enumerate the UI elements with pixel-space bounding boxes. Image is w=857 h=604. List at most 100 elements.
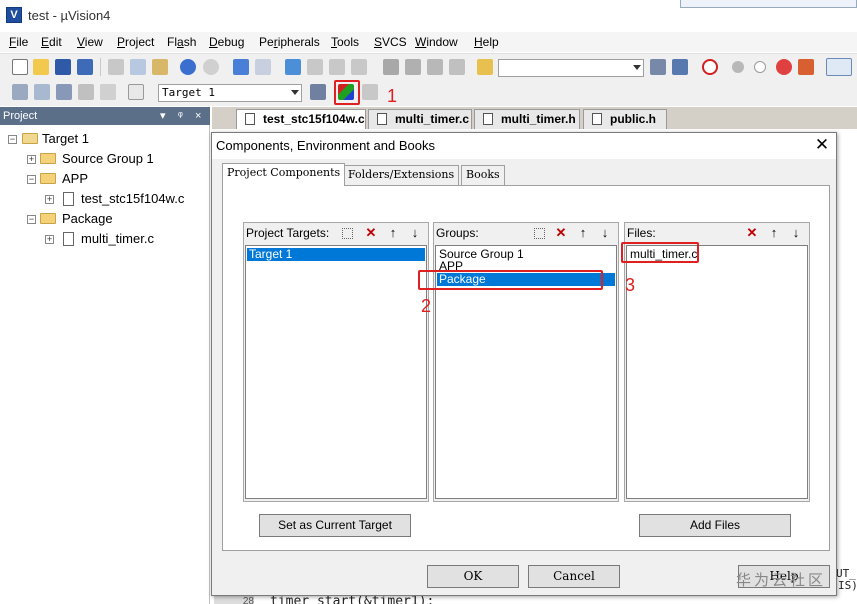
- save-icon[interactable]: [55, 59, 71, 75]
- editor-tab-public-h[interactable]: public.h: [583, 109, 667, 129]
- incremental-find-icon[interactable]: [672, 59, 688, 75]
- groups-label: Groups:: [436, 226, 479, 240]
- tab-folders-extensions[interactable]: Folders/Extensions: [343, 165, 460, 185]
- menu-flash[interactable]: Flash: [167, 35, 196, 49]
- add-files-button[interactable]: Add Files: [639, 514, 791, 537]
- move-up-icon[interactable]: ↑: [765, 225, 783, 242]
- dialog-title: Components, Environment and Books: [216, 138, 435, 153]
- bookmark-next-icon[interactable]: [329, 59, 345, 75]
- components-dialog: Components, Environment and Books ✕ Proj…: [211, 132, 837, 596]
- set-current-target-button[interactable]: Set as Current Target: [259, 514, 411, 537]
- editor-tab-test-stc15f104w[interactable]: test_stc15f104w.c: [236, 109, 366, 129]
- menu-bar: File Edit View Project Flash Debug Perip…: [0, 32, 857, 52]
- tree-item-app[interactable]: APP: [62, 170, 88, 188]
- rebuild-icon[interactable]: [56, 84, 72, 100]
- find-in-files-icon[interactable]: [477, 59, 493, 75]
- new-item-icon[interactable]: [342, 228, 353, 239]
- find-icon[interactable]: [650, 59, 666, 75]
- menu-tools[interactable]: Tools: [331, 35, 359, 49]
- bookmark-prev-icon[interactable]: [307, 59, 323, 75]
- bookmark-clear-icon[interactable]: [351, 59, 367, 75]
- move-down-icon[interactable]: ↓: [787, 225, 805, 242]
- move-down-icon[interactable]: ↓: [596, 225, 614, 242]
- menu-file[interactable]: File: [9, 35, 28, 49]
- menu-help[interactable]: Help: [474, 35, 499, 49]
- h-file-icon: [483, 113, 493, 125]
- debug-session-icon[interactable]: [702, 59, 718, 75]
- translate-icon[interactable]: [12, 84, 28, 100]
- window-layout-icon[interactable]: [826, 58, 852, 76]
- tree-expand-icon[interactable]: +: [27, 155, 36, 164]
- save-all-icon[interactable]: [77, 59, 93, 75]
- select-packet-icon[interactable]: [362, 84, 378, 100]
- move-down-icon[interactable]: ↓: [406, 225, 424, 242]
- tree-item-app-file[interactable]: test_stc15f104w.c: [81, 190, 184, 208]
- delete-icon[interactable]: ✕: [743, 225, 761, 242]
- close-icon[interactable]: ×: [195, 107, 201, 125]
- cut-icon[interactable]: [108, 59, 124, 75]
- target-options-icon[interactable]: [310, 84, 326, 100]
- tree-expand-icon[interactable]: +: [45, 235, 54, 244]
- nav-back-icon[interactable]: [233, 59, 249, 75]
- open-folder-icon[interactable]: [33, 59, 49, 75]
- new-item-icon[interactable]: [534, 228, 545, 239]
- line-number: 28: [214, 596, 254, 604]
- tree-item-package[interactable]: Package: [62, 210, 113, 228]
- breakpoint-icon[interactable]: [732, 61, 744, 73]
- dialog-close-icon[interactable]: ✕: [812, 135, 832, 155]
- cancel-button[interactable]: Cancel: [528, 565, 620, 588]
- move-up-icon[interactable]: ↑: [574, 225, 592, 242]
- tab-project-components[interactable]: Project Components: [222, 163, 346, 186]
- menu-edit[interactable]: Edit: [41, 35, 62, 49]
- annotation-box-2: [418, 270, 603, 290]
- panel-menu-icon[interactable]: ▾: [160, 107, 166, 125]
- tree-item-package-file[interactable]: multi_timer.c: [81, 230, 154, 248]
- tree-item-target[interactable]: Target 1: [42, 130, 89, 148]
- tab-books[interactable]: Books: [461, 165, 505, 185]
- target-select[interactable]: Target 1: [158, 84, 302, 102]
- breakpoint-disable-icon[interactable]: [754, 61, 766, 73]
- unindent-icon[interactable]: [405, 59, 421, 75]
- comment-icon[interactable]: [427, 59, 443, 75]
- bookmark-icon[interactable]: [285, 59, 301, 75]
- menu-svcs[interactable]: SVCS: [374, 35, 407, 49]
- undo-icon[interactable]: [180, 59, 196, 75]
- new-file-icon[interactable]: [12, 59, 28, 75]
- batch-build-icon[interactable]: [78, 84, 94, 100]
- nav-forward-icon[interactable]: [255, 59, 271, 75]
- uncomment-icon[interactable]: [449, 59, 465, 75]
- list-item-target[interactable]: Target 1: [247, 248, 425, 261]
- move-up-icon[interactable]: ↑: [384, 225, 402, 242]
- project-tree: − Target 1 + Source Group 1 − APP + test…: [0, 125, 210, 604]
- tree-collapse-icon[interactable]: −: [8, 135, 17, 144]
- tree-collapse-icon[interactable]: −: [27, 175, 36, 184]
- project-targets-list[interactable]: Target 1: [245, 245, 427, 499]
- editor-tab-multi-timer-c[interactable]: multi_timer.c: [368, 109, 472, 129]
- menu-project[interactable]: Project: [117, 35, 154, 49]
- menu-view[interactable]: View: [77, 35, 103, 49]
- menu-window[interactable]: Window: [415, 35, 458, 49]
- build-icon[interactable]: [34, 84, 50, 100]
- indent-icon[interactable]: [383, 59, 399, 75]
- tree-item-source-group[interactable]: Source Group 1: [62, 150, 154, 168]
- folder-open-icon: [40, 173, 56, 184]
- paste-icon[interactable]: [152, 59, 168, 75]
- delete-icon[interactable]: ✕: [552, 225, 570, 242]
- menu-peripherals[interactable]: Peripherals: [259, 35, 320, 49]
- editor-tab-multi-timer-h[interactable]: multi_timer.h: [474, 109, 580, 129]
- tree-expand-icon[interactable]: +: [45, 195, 54, 204]
- delete-icon[interactable]: ✕: [362, 225, 380, 242]
- pin-icon[interactable]: ᵠ: [178, 107, 183, 125]
- breakpoint-kill-icon[interactable]: [776, 59, 792, 75]
- ok-button[interactable]: OK: [427, 565, 519, 588]
- find-combo[interactable]: [498, 59, 644, 77]
- load-icon[interactable]: [128, 84, 144, 100]
- redo-icon[interactable]: [203, 59, 219, 75]
- annotation-number-3: 3: [625, 275, 636, 295]
- configure-icon[interactable]: [798, 59, 814, 75]
- stop-build-icon[interactable]: [100, 84, 116, 100]
- tree-collapse-icon[interactable]: −: [27, 215, 36, 224]
- menu-debug[interactable]: Debug: [209, 35, 244, 49]
- files-list[interactable]: multi_timer.c: [626, 245, 808, 499]
- copy-icon[interactable]: [130, 59, 146, 75]
